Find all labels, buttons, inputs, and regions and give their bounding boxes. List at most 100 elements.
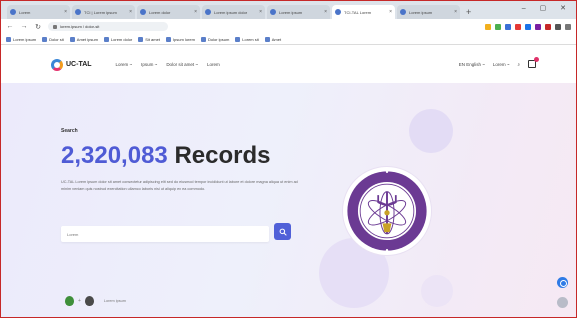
- reload-icon[interactable]: ↻: [34, 23, 42, 31]
- favicon-icon: [205, 9, 211, 15]
- browser-tab-active[interactable]: TCI-TAL Lorem ×: [332, 5, 395, 19]
- browser-window: Lorem × TCI | Lorem ipsum × Lorem dolor × L…: [0, 0, 577, 318]
- bookmark-icon: [200, 36, 206, 42]
- close-icon[interactable]: ×: [64, 9, 67, 15]
- close-icon[interactable]: ×: [194, 9, 197, 15]
- bookmark-icon: [6, 36, 11, 42]
- bookmark-icon: [165, 36, 171, 42]
- bookmark-item[interactable]: Lorem dolor: [103, 36, 133, 42]
- nav-item[interactable]: Ipsum ~: [141, 62, 157, 67]
- browser-tab[interactable]: Lorem ipsum ×: [397, 5, 460, 19]
- extension-icon[interactable]: [485, 23, 491, 30]
- browser-toolbar: ← → ↻ lorem.ipsum / dolor-sit: [1, 19, 576, 34]
- bookmark-icon: [103, 36, 109, 42]
- bookmark-label: Dolor ipsum: [207, 36, 230, 42]
- bookmark-item[interactable]: Ipsum lorem: [165, 36, 195, 42]
- address-bar[interactable]: lorem.ipsum / dolor-sit: [48, 22, 168, 31]
- record-count-word: Records: [174, 142, 271, 169]
- search-input[interactable]: [61, 226, 269, 242]
- main-nav: Lorem ~ Ipsum ~ Dolor sit amet ~ Lorem: [116, 62, 220, 67]
- search-label: Search: [61, 128, 78, 134]
- back-icon[interactable]: ←: [6, 23, 14, 30]
- bookmark-item[interactable]: Dolor ipsum: [200, 36, 230, 42]
- tab-title: TCI | Lorem ipsum: [84, 9, 117, 15]
- tab-title: Lorem dolor: [149, 9, 171, 15]
- browser-tab[interactable]: Lorem ipsum ×: [267, 5, 330, 19]
- user-menu[interactable]: Lorem ~: [493, 62, 510, 67]
- forward-icon[interactable]: →: [20, 23, 28, 30]
- partner-logo: [65, 296, 74, 306]
- hero-section: Search 2,320,083 Records UC-TAL Lorem ip…: [1, 83, 576, 317]
- nav-item[interactable]: Lorem: [207, 62, 220, 67]
- cart-icon[interactable]: [528, 57, 539, 68]
- site-logo[interactable]: UC-TAL: [51, 58, 92, 71]
- favicon-icon: [270, 9, 276, 15]
- menu-icon[interactable]: [565, 23, 571, 30]
- bookmark-item[interactable]: Sit amet: [138, 36, 160, 42]
- plus-icon: +: [78, 298, 81, 304]
- language-selector[interactable]: EN English ~: [459, 62, 485, 67]
- profile-icon[interactable]: [555, 23, 561, 30]
- search-icon[interactable]: ⌕: [517, 62, 520, 67]
- bookmark-icon: [42, 36, 48, 42]
- favicon-icon: [10, 9, 16, 15]
- search-button[interactable]: [274, 223, 291, 240]
- site-header: UC-TAL Lorem ~ Ipsum ~ Dolor sit amet ~ …: [1, 46, 576, 83]
- close-icon[interactable]: ×: [389, 9, 392, 15]
- extension-icon[interactable]: [515, 23, 521, 30]
- bookmark-icon: [235, 36, 241, 42]
- partners-text: Lorem ipsum: [103, 299, 126, 303]
- bookmark-item[interactable]: Lorem ipsum: [6, 36, 37, 42]
- scroll-top-button[interactable]: [557, 297, 568, 308]
- bookmark-label: Sit amet: [145, 36, 160, 42]
- browser-tab[interactable]: Lorem dolor ×: [137, 5, 200, 19]
- bookmark-label: Ipsum lorem: [172, 36, 195, 42]
- bookmark-item[interactable]: Amet: [264, 36, 282, 42]
- bookmark-icon: [69, 36, 75, 42]
- bookmark-label: Dolor sit: [49, 36, 64, 42]
- extension-icon[interactable]: [495, 23, 501, 30]
- tab-title: Lorem: [19, 9, 31, 15]
- tab-strip: Lorem × TCI | Lorem ipsum × Lorem dolor × L…: [1, 1, 576, 19]
- extension-icon[interactable]: [525, 23, 531, 30]
- bookmark-item[interactable]: Lorem sit: [235, 36, 259, 42]
- tab-title: TCI-TAL Lorem: [344, 9, 372, 15]
- window-controls[interactable]: – ▢ ✕: [522, 4, 572, 12]
- partner-logo: [84, 296, 94, 306]
- close-icon[interactable]: ×: [129, 9, 132, 15]
- nav-item[interactable]: Dolor sit amet ~: [166, 62, 198, 67]
- favicon-icon: [400, 9, 406, 15]
- bookmark-item[interactable]: Amet ipsum: [69, 36, 98, 42]
- bookmark-icon: [264, 36, 270, 42]
- record-count-number: 2,320,083: [61, 142, 168, 169]
- new-tab-button[interactable]: +: [462, 5, 475, 19]
- bookmark-label: Amet ipsum: [76, 36, 98, 42]
- browser-tab[interactable]: Lorem ×: [7, 5, 70, 19]
- bookmark-label: Lorem ipsum: [13, 36, 37, 42]
- favicon-icon: [75, 9, 81, 15]
- nav-item[interactable]: Lorem ~: [116, 62, 133, 67]
- favicon-icon: [140, 9, 146, 15]
- close-icon[interactable]: ×: [454, 9, 457, 15]
- bookmark-label: Amet: [271, 36, 282, 42]
- extension-icons: [485, 23, 571, 30]
- institution-seal: [343, 167, 431, 255]
- search-icon: [279, 228, 287, 236]
- bookmark-item[interactable]: Dolor sit: [42, 36, 64, 42]
- notification-badge: [534, 57, 539, 62]
- extension-icon[interactable]: [535, 23, 541, 30]
- browser-tab[interactable]: TCI | Lorem ipsum ×: [72, 5, 135, 19]
- bookmarks-bar: Lorem ipsum Dolor sit Amet ipsum Lorem d…: [1, 34, 576, 45]
- browser-tab[interactable]: Lorem ipsum dolor ×: [202, 5, 265, 19]
- bookmark-label: Lorem sit: [242, 36, 259, 42]
- decorative-circle: [409, 109, 453, 153]
- chat-button[interactable]: [557, 277, 568, 288]
- tab-title: Lorem ipsum: [279, 9, 303, 15]
- close-icon[interactable]: ×: [324, 9, 327, 15]
- extension-icon[interactable]: [505, 23, 511, 30]
- bookmark-label: Lorem dolor: [110, 36, 133, 42]
- extension-icon[interactable]: [545, 23, 551, 30]
- tab-title: Lorem ipsum dolor: [214, 9, 248, 15]
- close-icon[interactable]: ×: [259, 9, 262, 15]
- hero-description: UC-TAL Lorem ipsum dolor sit amet consec…: [61, 180, 298, 191]
